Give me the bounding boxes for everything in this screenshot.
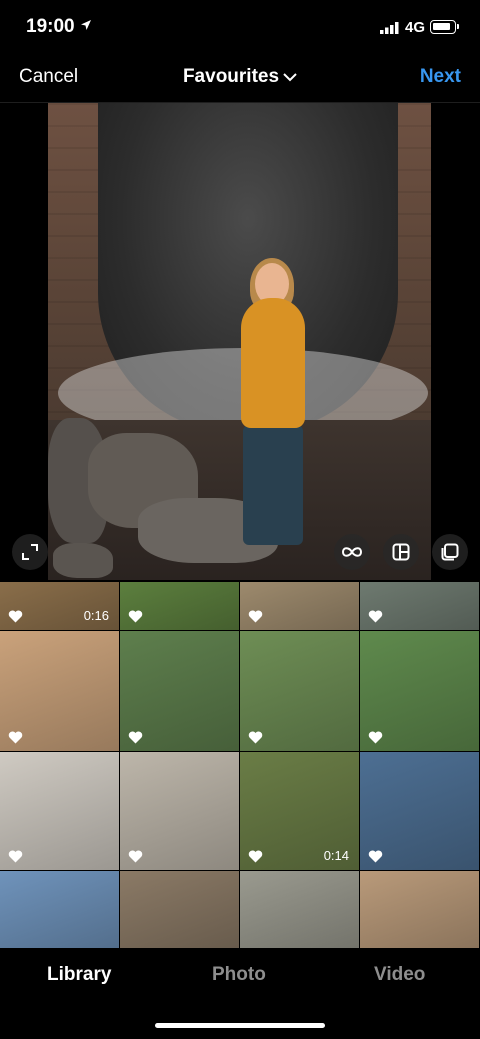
grid-video-thumbnail[interactable]: 0:16 — [0, 582, 119, 630]
favorite-heart-icon — [8, 610, 23, 623]
home-indicator[interactable] — [155, 1023, 325, 1028]
grid-photo-thumbnail[interactable] — [240, 871, 359, 949]
tab-library[interactable]: Library — [47, 964, 111, 986]
preview-subject-raincoat — [241, 298, 305, 428]
favorite-heart-icon — [248, 850, 263, 863]
favorite-heart-icon — [368, 610, 383, 623]
favorite-heart-icon — [128, 731, 143, 744]
grid-photo-thumbnail[interactable] — [120, 631, 239, 751]
status-bar: 19:00 4G — [0, 0, 480, 56]
favorite-heart-icon — [248, 610, 263, 623]
boomerang-button[interactable] — [334, 534, 370, 570]
grid-photo-thumbnail[interactable] — [360, 871, 479, 949]
favorite-heart-icon — [128, 850, 143, 863]
tab-photo[interactable]: Photo — [212, 964, 266, 986]
grid-photo-thumbnail[interactable] — [120, 752, 239, 870]
album-title: Favourites — [182, 66, 280, 87]
bottom-tab-bar: Library Photo Video — [0, 948, 480, 1039]
photo-preview[interactable] — [48, 103, 431, 580]
network-type: 4G — [405, 19, 426, 36]
chevron-down-icon — [283, 73, 297, 82]
grid-video-thumbnail[interactable]: 0:14 — [240, 752, 359, 870]
favorite-heart-icon — [368, 850, 383, 863]
boomerang-icon — [341, 547, 363, 557]
grid-photo-thumbnail[interactable] — [360, 752, 479, 870]
battery-icon — [430, 20, 459, 34]
grid-photo-thumbnail[interactable] — [120, 871, 239, 949]
layout-button[interactable] — [383, 534, 419, 570]
grid-photo-thumbnail[interactable] — [360, 631, 479, 751]
grid-photo-thumbnail[interactable] — [240, 582, 359, 630]
photo-grid: 0:16 0:14 — [0, 582, 480, 949]
status-time: 19:00 — [26, 16, 75, 37]
favorite-heart-icon — [128, 610, 143, 623]
favorite-heart-icon — [8, 850, 23, 863]
grid-photo-thumbnail[interactable] — [120, 582, 239, 630]
grid-photo-thumbnail[interactable] — [360, 582, 479, 630]
signal-icon — [380, 22, 399, 34]
grid-photo-thumbnail[interactable] — [0, 871, 119, 949]
next-button[interactable]: Next — [420, 66, 461, 88]
tab-video[interactable]: Video — [374, 964, 425, 986]
top-bar: Cancel Favourites Next — [0, 56, 480, 103]
grid-photo-thumbnail[interactable] — [0, 752, 119, 870]
expand-icon — [22, 544, 38, 560]
favorite-heart-icon — [368, 731, 383, 744]
select-multiple-button[interactable] — [432, 534, 468, 570]
favorite-heart-icon — [248, 731, 263, 744]
video-duration: 0:16 — [83, 608, 109, 623]
layout-icon — [392, 543, 410, 561]
favorite-heart-icon — [8, 731, 23, 744]
multiple-select-icon — [441, 543, 459, 561]
preview-rock — [53, 543, 113, 578]
album-selector[interactable]: Favourites — [0, 66, 480, 88]
grid-photo-thumbnail[interactable] — [0, 631, 119, 751]
expand-button[interactable] — [12, 534, 48, 570]
grid-photo-thumbnail[interactable] — [240, 631, 359, 751]
location-arrow-icon — [81, 20, 91, 30]
video-duration: 0:14 — [323, 848, 349, 863]
preview-subject-legs — [243, 425, 303, 545]
